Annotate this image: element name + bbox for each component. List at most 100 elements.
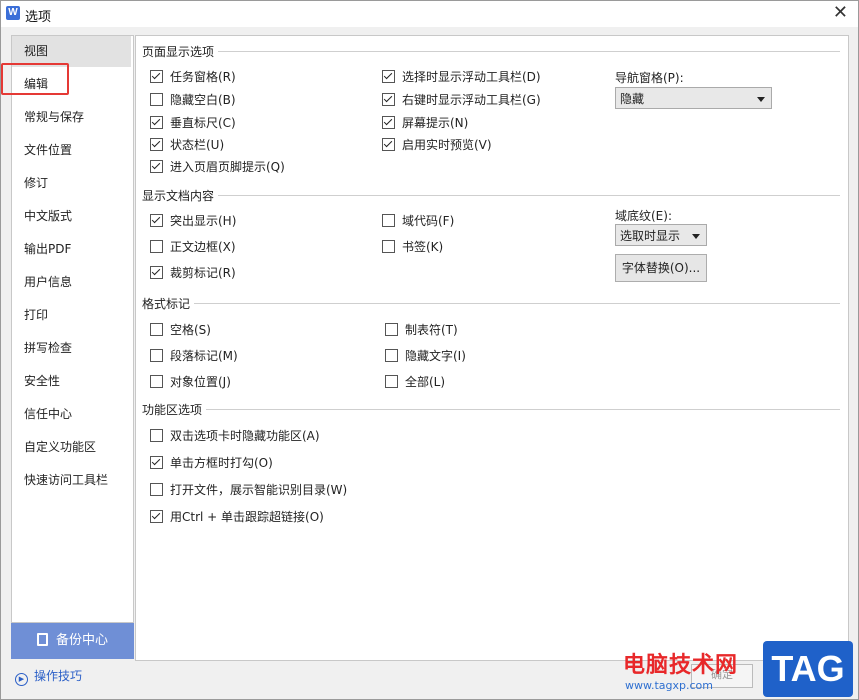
checkbox-box[interactable]: [150, 375, 163, 388]
checkbox-box[interactable]: [150, 429, 163, 442]
tips-label: 操作技巧: [34, 669, 83, 683]
checkbox-crop-marks[interactable]: 裁剪标记(R): [150, 264, 236, 281]
checkbox-label: 对象位置(J): [170, 375, 231, 389]
checkbox-label: 书签(K): [402, 240, 444, 254]
checkbox-float-toolbar-select[interactable]: 选择时显示浮动工具栏(D): [382, 68, 541, 85]
checkbox-box[interactable]: [150, 323, 163, 336]
checkbox-label: 单击方框时打勾(O): [170, 456, 273, 470]
checkbox-label: 选择时显示浮动工具栏(D): [402, 70, 541, 84]
checkbox-box[interactable]: [150, 70, 163, 83]
checkbox-box[interactable]: [150, 266, 163, 279]
sidebar-item-customize-ribbon[interactable]: 自定义功能区: [12, 432, 131, 463]
checkbox-box[interactable]: [150, 483, 163, 496]
checkbox-label: 进入页眉页脚提示(Q): [170, 160, 285, 174]
checkbox-field-codes[interactable]: 域代码(F): [382, 212, 454, 229]
checkbox-hidden-text[interactable]: 隐藏文字(I): [385, 347, 466, 364]
checkbox-vertical-ruler[interactable]: 垂直标尺(C): [150, 114, 236, 131]
section-title-page-display: 页面显示选项: [142, 45, 215, 59]
nav-pane-select[interactable]: 隐藏: [615, 87, 772, 109]
checkbox-label: 裁剪标记(R): [170, 266, 236, 280]
watermark-site-name: 电脑技术网: [623, 653, 739, 678]
checkbox-label: 空格(S): [170, 323, 211, 337]
checkbox-box[interactable]: [150, 456, 163, 469]
checkbox-box[interactable]: [382, 93, 395, 106]
field-shading-value: 选取时显示: [620, 229, 681, 243]
checkbox-dblclick-hide-ribbon[interactable]: 双击选项卡时隐藏功能区(A): [150, 427, 320, 444]
checkbox-paragraph-marks[interactable]: 段落标记(M): [150, 347, 238, 364]
chevron-down-icon: [757, 97, 765, 102]
sidebar-item-security[interactable]: 安全性: [12, 366, 131, 397]
checkbox-label: 正文边框(X): [170, 240, 236, 254]
checkbox-box[interactable]: [382, 214, 395, 227]
checkbox-text-border[interactable]: 正文边框(X): [150, 238, 236, 255]
checkbox-task-pane[interactable]: 任务窗格(R): [150, 68, 236, 85]
sidebar-item-export-pdf[interactable]: 输出PDF: [12, 234, 131, 265]
checkbox-live-preview[interactable]: 启用实时预览(V): [382, 136, 492, 153]
sidebar-item-quick-access-toolbar[interactable]: 快速访问工具栏: [12, 465, 131, 496]
checkbox-label: 段落标记(M): [170, 349, 238, 363]
backup-center-button[interactable]: 备份中心: [11, 623, 134, 659]
checkbox-label: 启用实时预览(V): [402, 138, 492, 152]
sidebar-item-print[interactable]: 打印: [12, 300, 131, 331]
checkbox-label: 双击选项卡时隐藏功能区(A): [170, 429, 320, 443]
sidebar-item-file-location[interactable]: 文件位置: [12, 135, 131, 166]
chevron-down-icon: [692, 234, 700, 239]
checkbox-box[interactable]: [150, 116, 163, 129]
sidebar-item-general-save[interactable]: 常规与保存: [12, 102, 131, 133]
checkbox-click-to-check[interactable]: 单击方框时打勾(O): [150, 454, 273, 471]
checkbox-status-bar[interactable]: 状态栏(U): [150, 136, 224, 153]
field-shading-select[interactable]: 选取时显示: [615, 224, 707, 246]
checkbox-tab-chars[interactable]: 制表符(T): [385, 321, 458, 338]
checkbox-label: 状态栏(U): [170, 138, 225, 152]
sidebar-item-user-info[interactable]: 用户信息: [12, 267, 131, 298]
dialog-title: 选项: [25, 10, 52, 25]
checkbox-box[interactable]: [150, 510, 163, 523]
checkbox-label: 垂直标尺(C): [170, 116, 236, 130]
checkbox-float-toolbar-rightclick[interactable]: 右键时显示浮动工具栏(G): [382, 91, 541, 108]
checkbox-box[interactable]: [385, 349, 398, 362]
sidebar-item-chinese-layout[interactable]: 中文版式: [12, 201, 131, 232]
checkbox-header-footer-tip[interactable]: 进入页眉页脚提示(Q): [150, 158, 285, 175]
checkbox-spaces[interactable]: 空格(S): [150, 321, 211, 338]
checkbox-box[interactable]: [382, 240, 395, 253]
checkbox-object-anchors[interactable]: 对象位置(J): [150, 373, 231, 390]
checkbox-box[interactable]: [382, 138, 395, 151]
options-dialog: W 选项 ✕ 视图 编辑 常规与保存 文件位置 修订 中文版式 输出PDF 用户…: [0, 0, 859, 700]
checkbox-box[interactable]: [150, 160, 163, 173]
checkbox-label: 屏幕提示(N): [402, 116, 469, 130]
wps-writer-icon: W: [6, 6, 20, 20]
watermark-url: www.tagxp.com: [625, 679, 713, 692]
checkbox-box[interactable]: [150, 214, 163, 227]
checkbox-label: 任务窗格(R): [170, 70, 236, 84]
font-replace-button[interactable]: 字体替换(O)...: [615, 254, 707, 282]
checkbox-label: 用Ctrl + 单击跟踪超链接(O): [170, 510, 324, 524]
checkbox-label: 制表符(T): [405, 323, 458, 337]
checkbox-box[interactable]: [382, 70, 395, 83]
section-title-ribbon: 功能区选项: [142, 403, 203, 417]
checkbox-hide-blank[interactable]: 隐藏空白(B): [150, 91, 236, 108]
checkbox-screen-tips[interactable]: 屏幕提示(N): [382, 114, 468, 131]
checkbox-box[interactable]: [150, 240, 163, 253]
close-icon[interactable]: ✕: [833, 3, 848, 23]
sidebar-item-revision[interactable]: 修订: [12, 168, 131, 199]
backup-center-label: 备份中心: [55, 633, 108, 648]
checkbox-box[interactable]: [150, 138, 163, 151]
checkbox-bookmarks[interactable]: 书签(K): [382, 238, 443, 255]
checkbox-box[interactable]: [385, 375, 398, 388]
title-bar: W 选项 ✕: [1, 1, 858, 27]
options-sidebar: 视图 编辑 常规与保存 文件位置 修订 中文版式 输出PDF 用户信息 打印 拼…: [11, 35, 134, 623]
section-divider: [206, 409, 840, 410]
checkbox-label: 域代码(F): [402, 214, 455, 228]
checkbox-smart-toc[interactable]: 打开文件，展示智能识别目录(W): [150, 481, 347, 498]
checkbox-box[interactable]: [382, 116, 395, 129]
checkbox-box[interactable]: [150, 349, 163, 362]
sidebar-item-spell-check[interactable]: 拼写检查: [12, 333, 131, 364]
checkbox-highlight[interactable]: 突出显示(H): [150, 212, 236, 229]
checkbox-label: 突出显示(H): [170, 214, 237, 228]
checkbox-box[interactable]: [385, 323, 398, 336]
tips-link[interactable]: ▶ 操作技巧: [15, 667, 82, 686]
sidebar-item-trust-center[interactable]: 信任中心: [12, 399, 131, 430]
checkbox-all-marks[interactable]: 全部(L): [385, 373, 445, 390]
checkbox-ctrl-click-links[interactable]: 用Ctrl + 单击跟踪超链接(O): [150, 508, 324, 525]
checkbox-box[interactable]: [150, 93, 163, 106]
